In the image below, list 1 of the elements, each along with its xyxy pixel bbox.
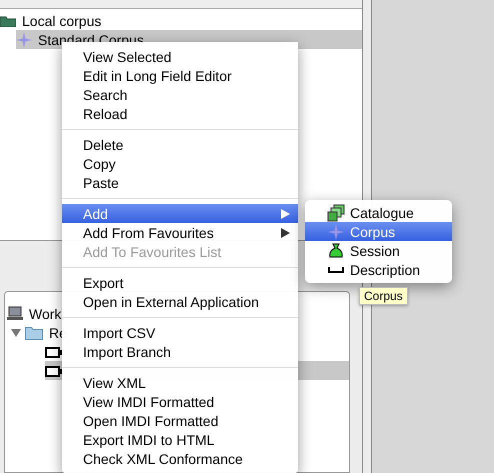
- tooltip: Corpus: [359, 287, 408, 305]
